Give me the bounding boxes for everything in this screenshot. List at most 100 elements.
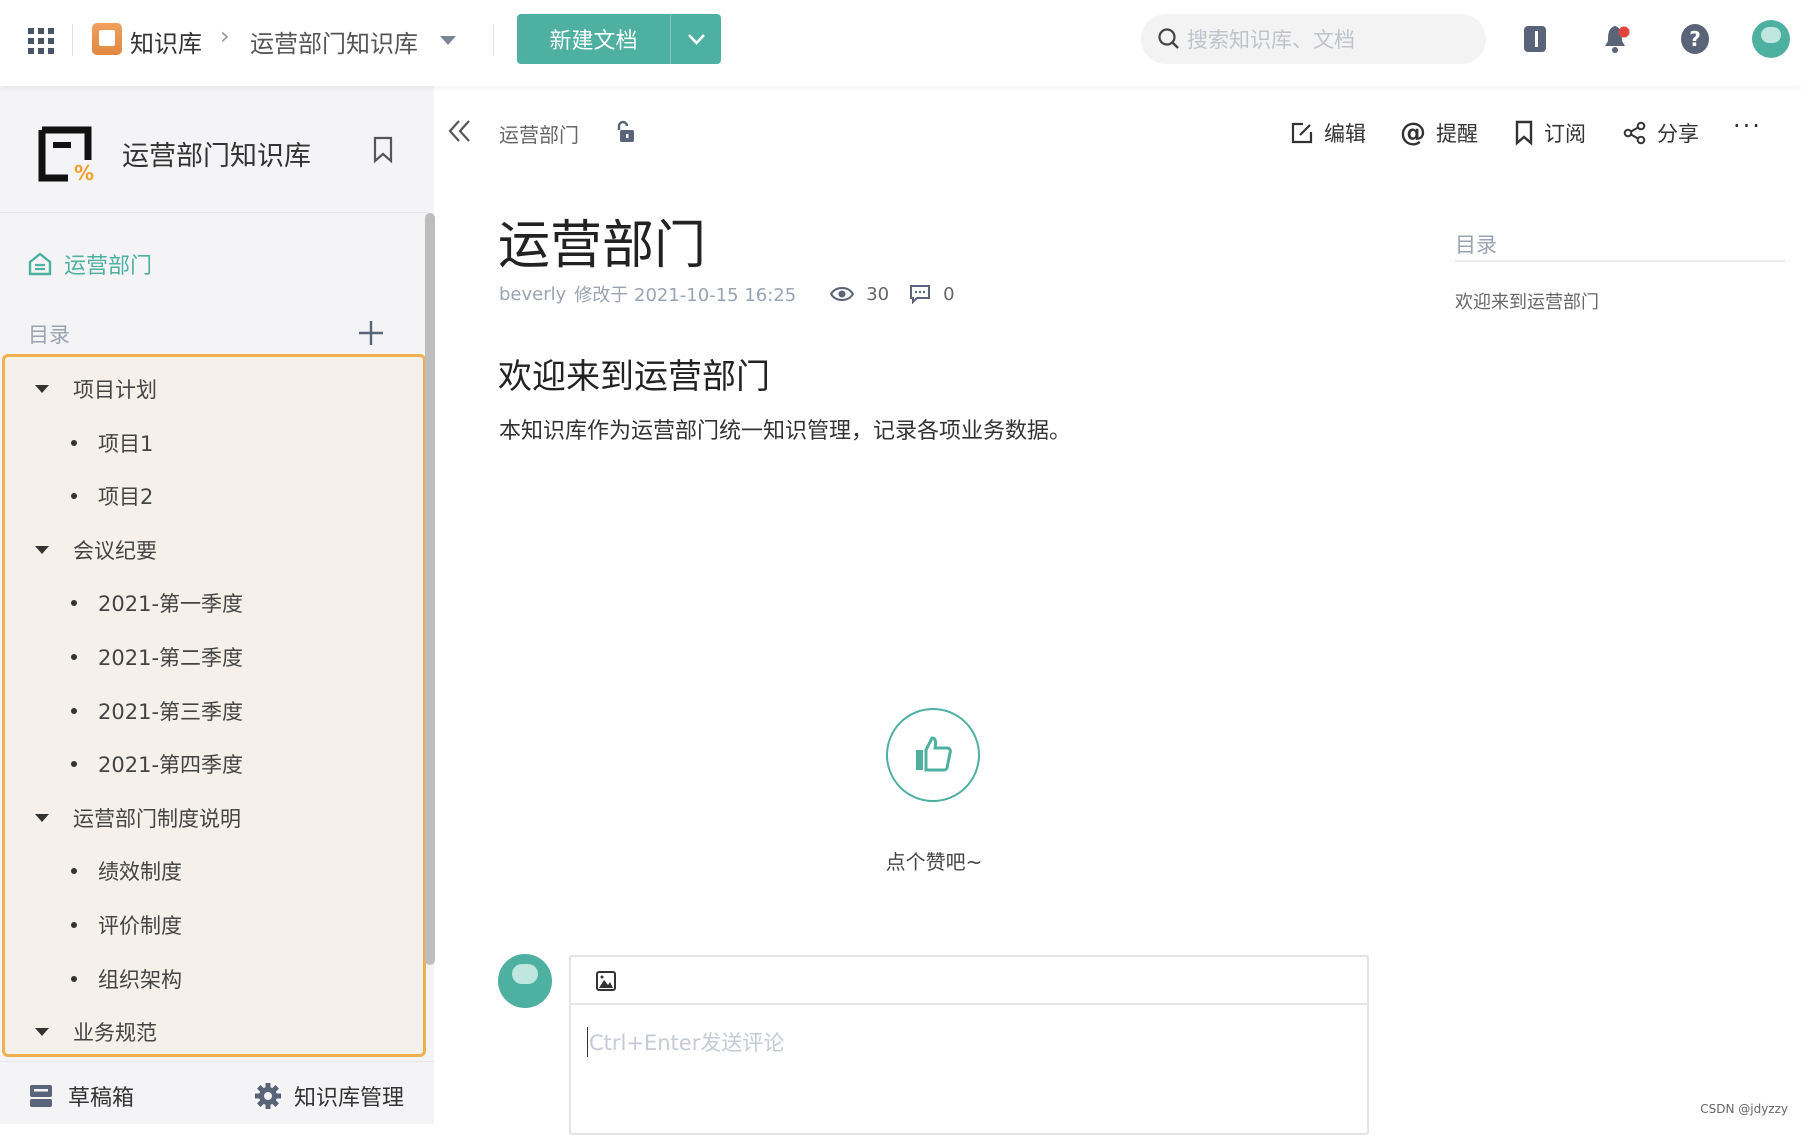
unlock-icon[interactable] bbox=[614, 120, 636, 144]
tree-item-label: 2021-第二季度 bbox=[98, 646, 244, 670]
tree-item[interactable]: 项目计划 bbox=[5, 364, 425, 414]
sidebar-home-item[interactable]: 运营部门 bbox=[28, 248, 152, 280]
library-title: 运营部门知识库 bbox=[122, 141, 311, 172]
views-count: 30 bbox=[866, 283, 890, 305]
tree-item-label: 会议纪要 bbox=[73, 538, 157, 563]
share-label: 分享 bbox=[1657, 122, 1699, 146]
sidebar-scrollbar[interactable] bbox=[425, 213, 435, 965]
library-logo: % bbox=[38, 126, 94, 182]
document-meta: beverly 修改于 2021-10-15 16:25 30 0 bbox=[499, 281, 955, 307]
remind-button[interactable]: @ 提醒 bbox=[1400, 116, 1478, 150]
collapse-sidebar-icon[interactable] bbox=[447, 118, 473, 144]
comment-placeholder: Ctrl+Enter发送评论 bbox=[587, 1027, 784, 1057]
section-paragraph: 本知识库作为运营部门统一知识管理，记录各项业务数据。 bbox=[499, 419, 1072, 444]
tree-item[interactable]: 2021-第三季度 bbox=[5, 686, 425, 736]
svg-text:%: % bbox=[74, 161, 94, 182]
divider bbox=[72, 24, 73, 56]
tree-item-label: 2021-第一季度 bbox=[98, 592, 244, 617]
modified-time: 修改于 2021-10-15 16:25 bbox=[574, 285, 797, 306]
tree-item-label: 业务规范 bbox=[73, 1021, 157, 1046]
subscribe-label: 订阅 bbox=[1544, 122, 1586, 146]
app-label[interactable]: 知识库 bbox=[130, 24, 202, 59]
add-item-icon[interactable] bbox=[358, 320, 384, 346]
comment-input[interactable]: Ctrl+Enter发送评论 bbox=[571, 1005, 1367, 1125]
tree-item-label: 项目计划 bbox=[73, 378, 157, 402]
edit-icon bbox=[1291, 122, 1313, 144]
share-icon bbox=[1623, 121, 1646, 145]
bullet-icon bbox=[71, 654, 77, 660]
notification-bell-icon[interactable] bbox=[1603, 23, 1633, 55]
toc-panel-title: 目录 bbox=[1455, 233, 1497, 257]
bookmark-icon bbox=[1515, 120, 1533, 146]
tree-item[interactable]: 运营部门制度说明 bbox=[5, 793, 425, 843]
library-management-button[interactable]: 知识库管理 bbox=[254, 1080, 404, 1112]
caret-down-icon[interactable] bbox=[35, 1028, 49, 1037]
like-prompt: 点个赞吧~ bbox=[885, 850, 983, 874]
watermark: CSDN @jdyzzy bbox=[1700, 1102, 1788, 1116]
caret-down-icon[interactable] bbox=[35, 545, 49, 554]
notebook-icon[interactable] bbox=[1524, 26, 1546, 52]
bullet-icon bbox=[71, 868, 77, 875]
bullet-icon bbox=[71, 600, 77, 607]
tree-item-label: 项目1 bbox=[98, 431, 154, 456]
tree-item[interactable]: 2021-第二季度 bbox=[5, 632, 425, 682]
tree-item-label: 运营部门制度说明 bbox=[73, 806, 241, 831]
bullet-icon bbox=[71, 707, 77, 714]
edit-button[interactable]: 编辑 bbox=[1290, 116, 1366, 150]
author-name[interactable]: beverly bbox=[499, 284, 566, 305]
apps-grid-icon[interactable] bbox=[28, 28, 54, 54]
tree-item[interactable]: 组织架构 bbox=[5, 954, 425, 1004]
tree-item-label: 项目2 bbox=[98, 485, 154, 510]
doc-breadcrumb[interactable]: 运营部门 bbox=[499, 119, 579, 148]
bookmark-icon[interactable] bbox=[372, 136, 394, 164]
toc-divider bbox=[1455, 260, 1785, 262]
commenter-avatar bbox=[498, 954, 552, 1008]
toc-tree: 项目计划项目1 项目2 会议纪要 2021-第一季度 2021-第二季度 2021-第三季… bbox=[2, 354, 426, 1057]
edit-label: 编辑 bbox=[1324, 122, 1366, 146]
like-button[interactable] bbox=[886, 708, 980, 802]
views-eye-icon bbox=[830, 287, 855, 301]
current-library-label[interactable]: 运营部门知识库 bbox=[250, 24, 418, 59]
tree-item[interactable]: 会议纪要 bbox=[5, 525, 425, 575]
toc-panel-item[interactable]: 欢迎来到运营部门 bbox=[1455, 288, 1599, 314]
drafts-icon bbox=[30, 1085, 52, 1107]
divider bbox=[0, 212, 429, 213]
bullet-icon bbox=[71, 975, 77, 982]
document-title: 运营部门 bbox=[498, 216, 707, 276]
home-item-label: 运营部门 bbox=[64, 254, 153, 279]
caret-down-icon[interactable] bbox=[35, 813, 49, 822]
tree-item[interactable]: 评价制度 bbox=[5, 900, 425, 950]
tree-item-label: 2021-第四季度 bbox=[98, 753, 244, 778]
tree-item-label: 组织架构 bbox=[98, 967, 182, 992]
bullet-icon bbox=[71, 761, 77, 768]
tree-item[interactable]: 项目1 bbox=[5, 418, 425, 468]
tree-item[interactable]: 绩效制度 bbox=[5, 846, 425, 896]
more-options-icon[interactable]: ··· bbox=[1733, 112, 1762, 140]
tree-item[interactable]: 2021-第一季度 bbox=[5, 578, 425, 628]
new-document-button[interactable]: 新建文档 bbox=[517, 14, 670, 64]
user-avatar[interactable] bbox=[1752, 20, 1790, 58]
bullet-icon bbox=[71, 922, 77, 928]
insert-image-icon[interactable] bbox=[596, 971, 616, 991]
breadcrumb-chevron-icon: › bbox=[220, 22, 230, 50]
drafts-button[interactable]: 草稿箱 bbox=[28, 1080, 134, 1112]
caret-down-icon[interactable] bbox=[35, 385, 49, 393]
comments-count: 0 bbox=[943, 283, 955, 305]
tree-item[interactable]: 项目2 bbox=[5, 471, 425, 521]
section-heading: 欢迎来到运营部门 bbox=[498, 357, 770, 397]
search-input[interactable]: 搜索知识库、文档 bbox=[1141, 14, 1486, 64]
comments-icon bbox=[910, 285, 931, 304]
subscribe-button[interactable]: 订阅 bbox=[1514, 116, 1586, 150]
tree-item-label: 2021-第三季度 bbox=[98, 699, 244, 724]
share-button[interactable]: 分享 bbox=[1623, 116, 1699, 150]
divider bbox=[493, 24, 494, 56]
library-dropdown-icon[interactable] bbox=[440, 36, 456, 45]
tree-item[interactable]: 2021-第四季度 bbox=[5, 739, 425, 789]
at-mention-icon: @ bbox=[1400, 118, 1426, 148]
new-document-dropdown-button[interactable] bbox=[670, 14, 721, 64]
gear-icon bbox=[255, 1083, 281, 1109]
bullet-icon bbox=[71, 493, 77, 500]
manage-label: 知识库管理 bbox=[294, 1086, 405, 1111]
tree-item[interactable]: 业务规范 bbox=[5, 1007, 425, 1057]
help-icon[interactable]: ? bbox=[1681, 24, 1709, 54]
